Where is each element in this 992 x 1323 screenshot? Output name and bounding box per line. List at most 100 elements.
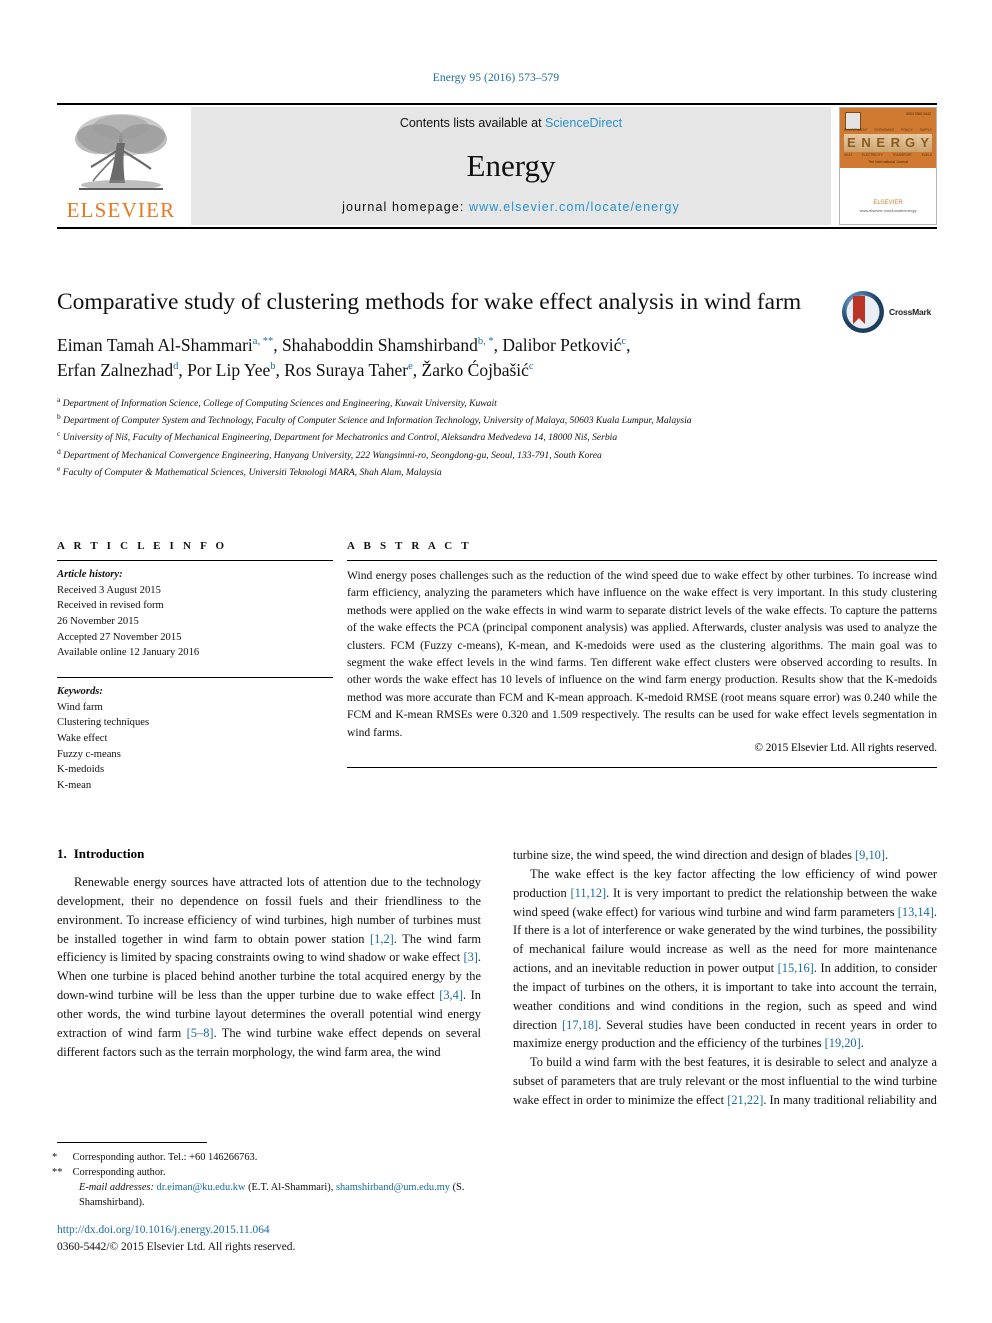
cover-letter: Y (917, 133, 933, 152)
article-history-item: Received 3 August 2015 (57, 584, 161, 596)
cover-head-labels: ENVIRONMENT ECONOMICS POLICY SUPPLY (844, 128, 932, 132)
keyword-item: Wake effect (57, 733, 108, 745)
author-name: Dalibor Petković (502, 335, 622, 356)
cover-top-panel: ISSN 0360-5442 ENVIRONMENT ECONOMICS POL… (840, 108, 936, 168)
contents-prefix: Contents lists available at (399, 116, 546, 130)
article-history-item: Accepted 27 November 2015 (57, 631, 182, 643)
journal-cover-thumbnail: ISSN 0360-5442 ENVIRONMENT ECONOMICS POL… (839, 107, 937, 225)
affiliation-mark: b (57, 412, 61, 422)
footnote-rule (57, 1142, 207, 1143)
keyword-item: K-mean (57, 780, 92, 792)
cover-sub-label: FUELS (921, 153, 932, 157)
abstract-column: A B S T R A C T Wind energy poses challe… (347, 540, 937, 794)
footnote-text: Corresponding author. Tel.: +60 14626676… (72, 1152, 258, 1163)
elsevier-logo: ELSEVIER (57, 107, 185, 225)
homepage-prefix: journal homepage: (342, 200, 469, 214)
email-label: E-mail addresses: (79, 1182, 154, 1194)
email-link-2[interactable]: shamshirband@um.edu.my (336, 1182, 450, 1193)
keyword-item: Clustering techniques (57, 717, 150, 729)
footnote-mark: * (52, 1152, 58, 1163)
article-info-rule (57, 560, 333, 561)
abstract-heading: A B S T R A C T (347, 540, 472, 552)
paragraph: To build a wind farm with the best featu… (513, 1055, 937, 1107)
email-owner-1: (E.T. Al-Shammari), (248, 1182, 334, 1194)
author-affiliation-mark: a, ** (252, 336, 274, 348)
cover-head-label: POLICY (901, 128, 913, 132)
elsevier-tree-icon (75, 114, 167, 190)
journal-band: Contents lists available at ScienceDirec… (191, 107, 831, 225)
cover-sub-label: TRANSPORT (892, 153, 913, 157)
body-columns: 1. Introduction Renewable energy sources … (57, 846, 937, 1110)
keyword-item: K-medoids (57, 764, 105, 776)
cover-letter: G (902, 133, 918, 152)
journal-homepage-link[interactable]: www.elsevier.com/locate/energy (469, 200, 680, 214)
footnote-text: Corresponding author. (72, 1167, 166, 1179)
article-history-item: Received in revised form (57, 600, 164, 612)
affiliation-item: e Faculty of Computer & Mathematical Sci… (57, 463, 937, 480)
email-link-1[interactable]: dr.eiman@ku.edu.kw (157, 1182, 246, 1193)
author-name: Žarko Ćojbašić (421, 359, 529, 380)
affiliation-item: c University of Niš, Faculty of Mechanic… (57, 428, 937, 445)
footnote-mark: ** (52, 1167, 63, 1179)
cover-publisher-name: ELSEVIER (873, 200, 903, 206)
affiliation-text: University of Niš, Faculty of Mechanical… (62, 432, 618, 444)
paragraph: Renewable energy sources have attracted … (57, 875, 482, 1059)
cover-head-label: SUPPLY (919, 128, 932, 132)
body-right-column: turbine size, the wind speed, the wind d… (513, 846, 937, 1110)
cover-publisher-block: ELSEVIER www.elsevier.com/locate/energy (840, 199, 936, 214)
section-number: 1. (57, 846, 67, 861)
author-separator: , (626, 335, 631, 356)
article-info-column: A R T I C L E I N F O Article history: R… (57, 540, 333, 794)
affiliation-item: a Department of Information Science, Col… (57, 394, 937, 411)
article-info-heading: A R T I C L E I N F O (57, 540, 228, 552)
footnote-emails: E-mail addresses: dr.eiman@ku.edu.kw (E.… (57, 1180, 481, 1210)
article-history-item: Available online 12 January 2016 (57, 647, 200, 659)
author-separator: , (412, 359, 422, 380)
footer-doi-block: http://dx.doi.org/10.1016/j.energy.2015.… (57, 1222, 557, 1256)
author-name: Ros Suraya Taher (284, 359, 409, 380)
affiliation-mark: e (57, 463, 61, 473)
cover-sub-labels: HEAT ELECTRICITY TRANSPORT FUELS (844, 153, 932, 157)
cover-head-label: ECONOMICS (874, 128, 895, 132)
crossmark-badge[interactable]: CrossMark (841, 287, 937, 337)
sciencedirect-link[interactable]: ScienceDirect (545, 116, 622, 130)
footnotes-block: * Corresponding author. Tel.: +60 146266… (52, 1142, 481, 1210)
author-name: Eiman Tamah Al-Shammari (57, 335, 253, 356)
affiliation-text: Department of Computer System and Techno… (63, 415, 692, 427)
doi-link[interactable]: http://dx.doi.org/10.1016/j.energy.2015.… (57, 1222, 557, 1239)
affiliation-text: Department of Mechanical Convergence Eng… (63, 449, 602, 461)
section-heading-introduction: 1. Introduction (57, 846, 481, 862)
author-affiliation-mark: b, * (477, 336, 494, 348)
masthead-top-rule (57, 103, 937, 105)
cover-publisher-url: www.elsevier.com/locate/energy (859, 208, 917, 213)
body-left-column: 1. Introduction Renewable energy sources … (57, 846, 481, 1110)
keywords-block: Keywords: Wind farm Clustering technique… (57, 684, 333, 794)
cover-letter: R (888, 133, 903, 152)
abstract-copyright: © 2015 Elsevier Ltd. All rights reserved… (754, 741, 938, 754)
title-block: Comparative study of clustering methods … (57, 287, 937, 480)
cover-sub-label: ELECTRICITY (861, 153, 883, 157)
affiliation-text: Faculty of Computer & Mathematical Scien… (62, 467, 442, 479)
author-separator: , (178, 359, 188, 380)
cover-energy-letters: E N E R G Y (844, 133, 933, 152)
author-affiliation-mark: c (528, 361, 534, 373)
issn-copyright: 0360-5442/© 2015 Elsevier Ltd. All right… (57, 1241, 296, 1254)
abstract-rule (347, 560, 937, 561)
affiliation-item: d Department of Mechanical Convergence E… (57, 446, 937, 463)
journal-title: Energy (466, 148, 556, 183)
cover-tagline: The International Journal (868, 160, 908, 164)
masthead-bottom-rule (57, 227, 937, 229)
article-history-label: Article history: (57, 569, 123, 580)
keywords-rule (57, 677, 333, 679)
affiliation-mark: c (57, 429, 61, 439)
footnote-corresponding-2: ** Corresponding author. (52, 1165, 481, 1180)
paragraph: The wake effect is the key factor affect… (513, 866, 938, 1051)
cover-letter: E (873, 133, 889, 152)
crossmark-label: CrossMark (889, 307, 932, 317)
affiliation-text: Department of Information Science, Colle… (62, 397, 497, 409)
crossmark-icon (842, 291, 884, 333)
section-title: Introduction (73, 846, 145, 861)
page-title: Comparative study of clustering methods … (57, 289, 802, 315)
cover-letter: N (858, 133, 874, 152)
abstract-text: Wind energy poses challenges such as the… (347, 569, 937, 739)
